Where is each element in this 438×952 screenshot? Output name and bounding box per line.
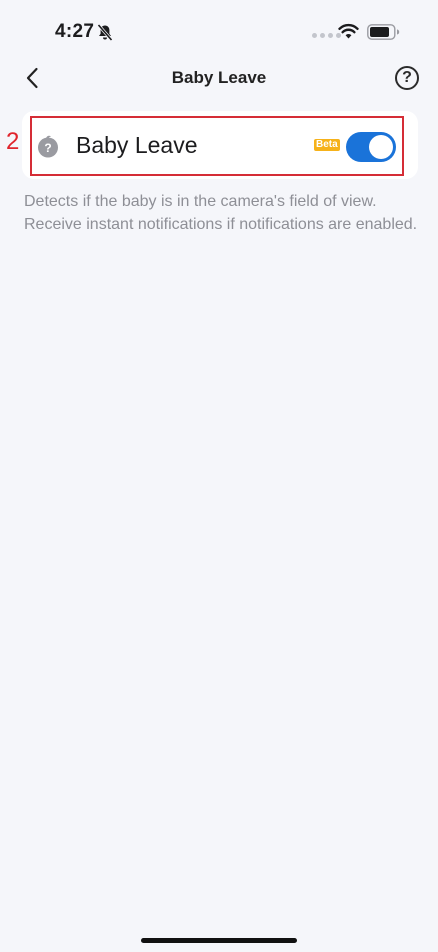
status-bar: 4:27	[0, 0, 438, 60]
battery-icon	[367, 24, 400, 40]
status-time: 4:27	[55, 21, 95, 42]
help-button[interactable]: ?	[395, 66, 419, 90]
baby-head-icon: ?	[38, 135, 58, 158]
svg-text:?: ?	[44, 141, 51, 155]
nav-bar: Baby Leave ?	[0, 56, 438, 100]
baby-leave-label: Baby Leave	[76, 132, 198, 158]
wifi-icon	[338, 23, 359, 39]
baby-leave-toggle[interactable]	[346, 132, 396, 162]
beta-badge: Beta	[314, 139, 340, 151]
page-title: Baby Leave	[171, 68, 267, 87]
screen: 4:27 Baby Leave ? 2 ? Baby Leave Beta De…	[0, 0, 438, 952]
annotation-number: 2	[6, 128, 20, 155]
home-indicator	[141, 938, 297, 943]
signal-icon	[312, 33, 341, 38]
toggle-knob	[369, 135, 393, 159]
feature-description: Detects if the baby is in the camera's f…	[24, 193, 418, 233]
bell-off-icon	[97, 24, 113, 41]
